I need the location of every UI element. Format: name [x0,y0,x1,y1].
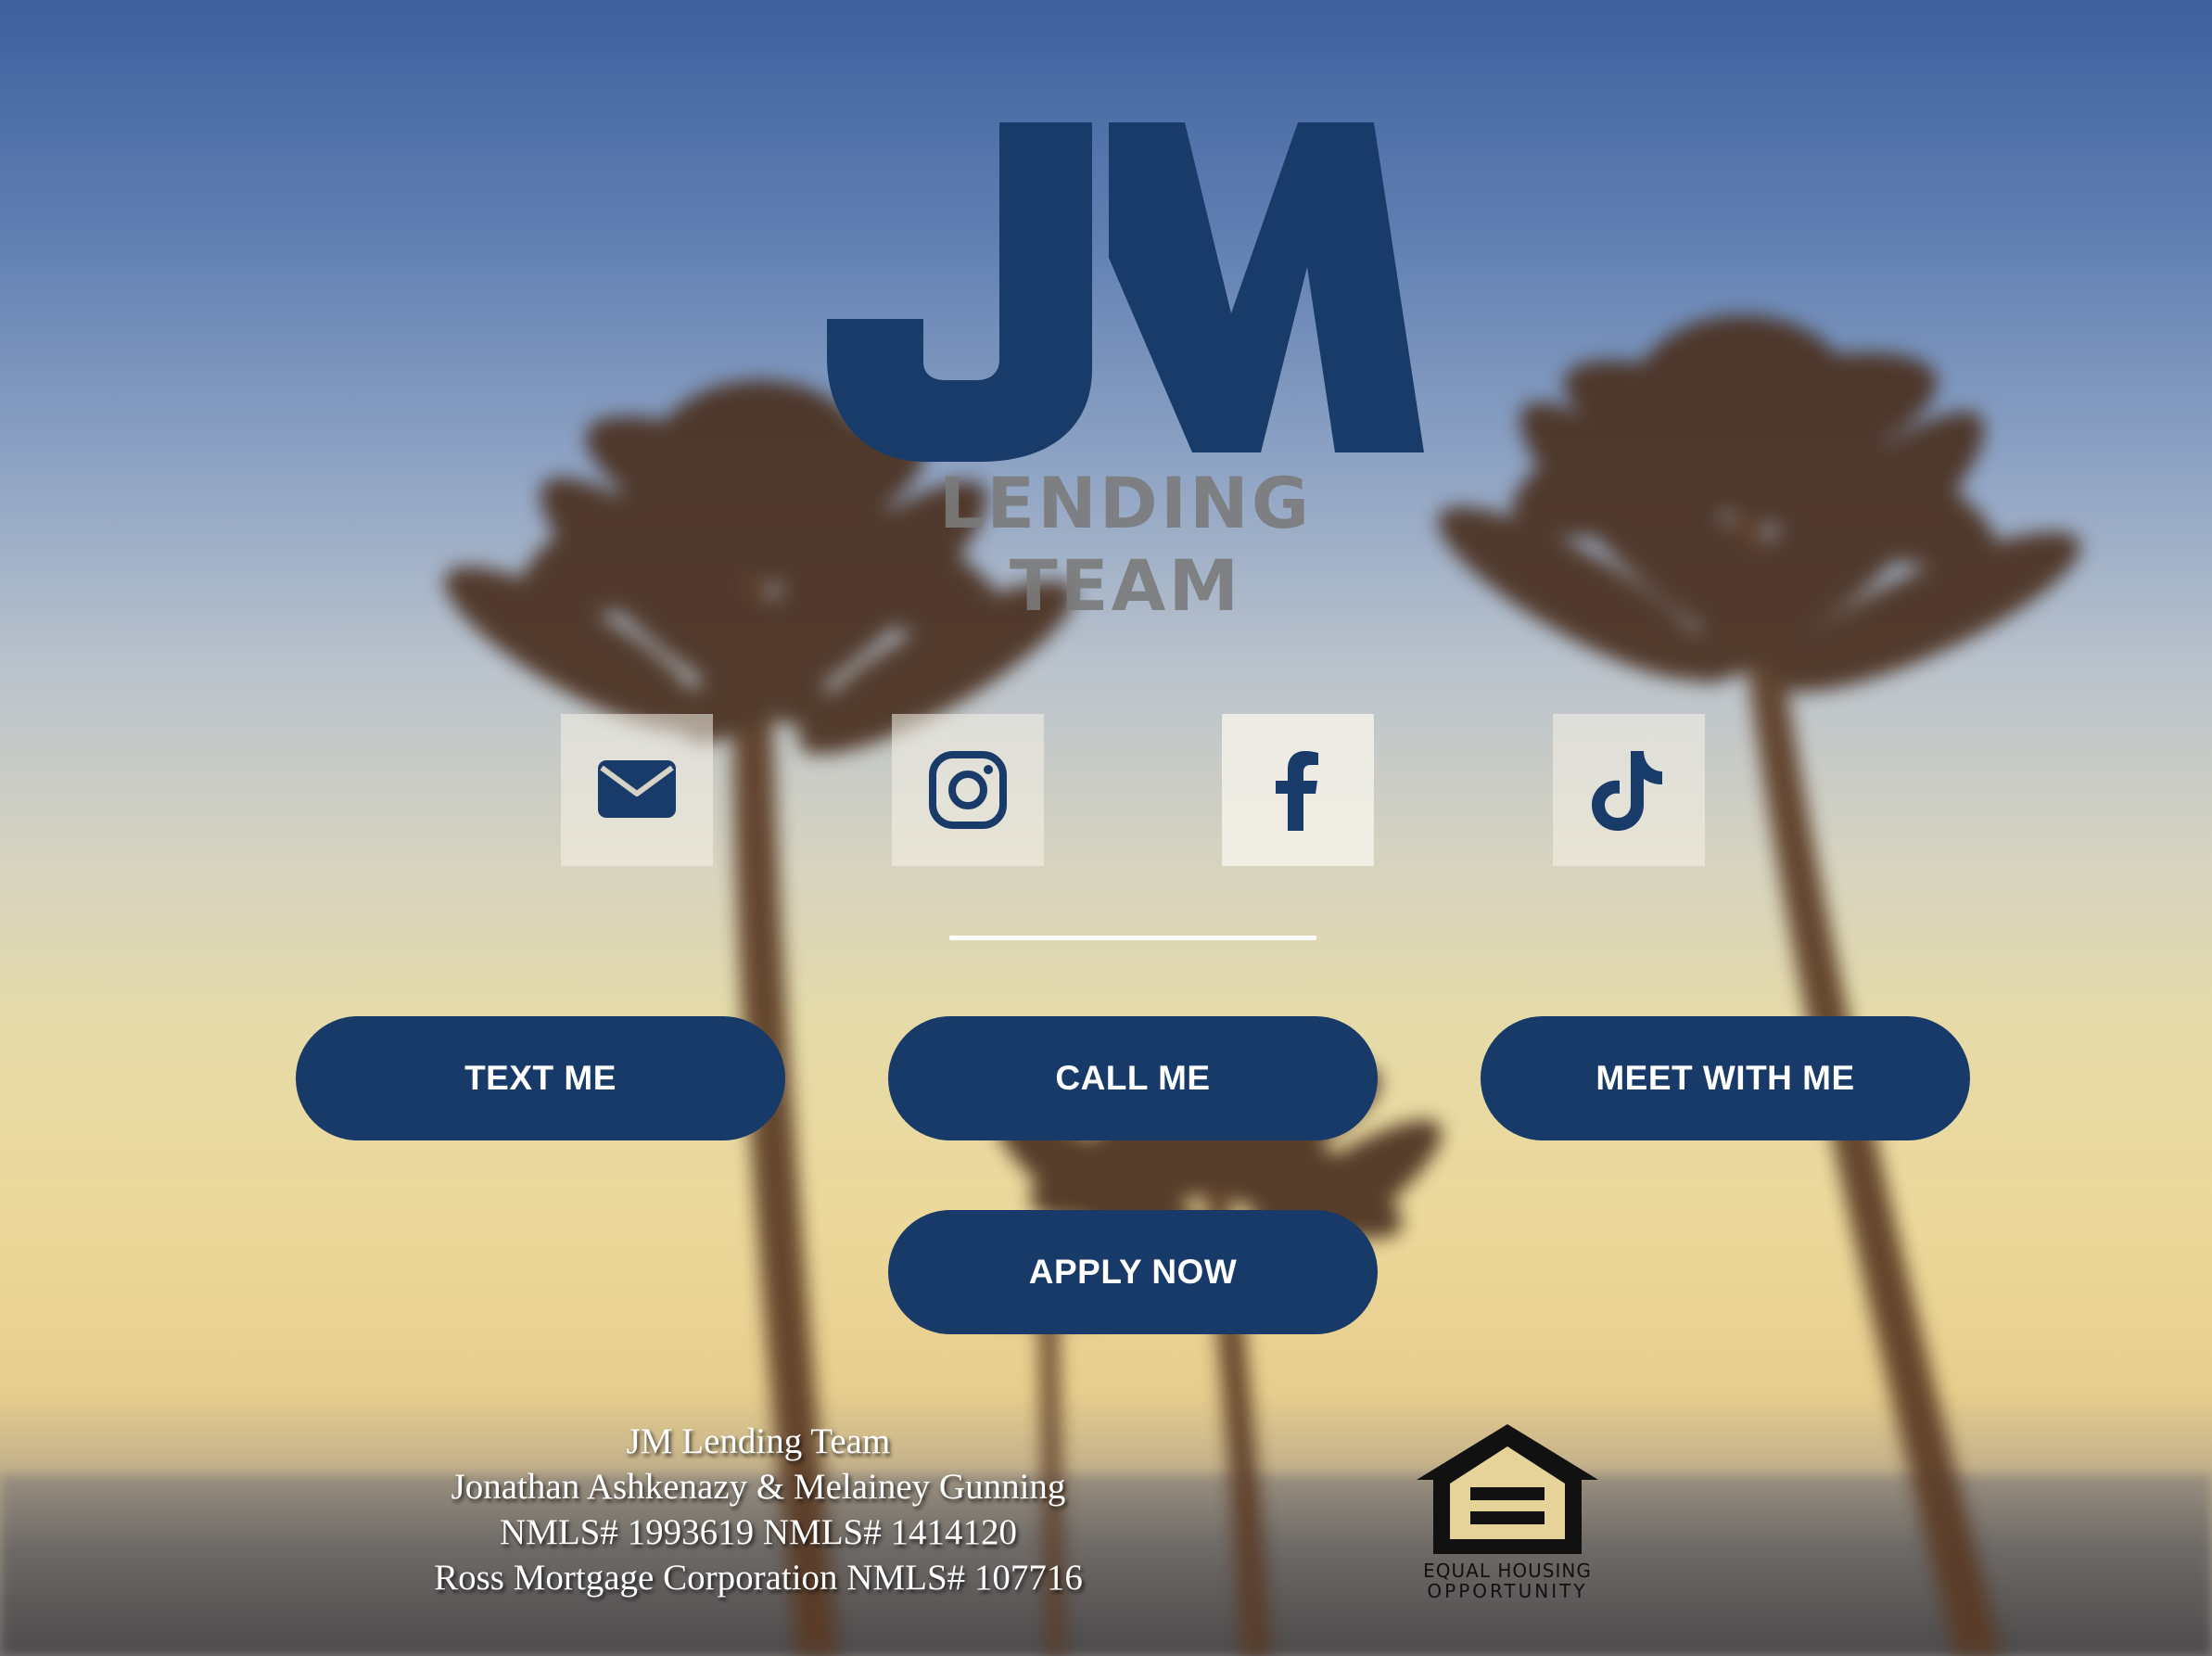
mail-icon [598,760,676,818]
equal-housing-house-icon [1417,1424,1598,1554]
facebook-icon [1276,751,1318,831]
footer-members: Jonathan Ashkenazy & Melainey Gunning [451,1467,1066,1507]
opportunity-text: OPPORTUNITY [1427,1580,1588,1602]
email-button[interactable] [561,714,713,866]
facebook-button[interactable] [1222,714,1374,866]
equal-housing-logo: EQUAL HOUSING OPPORTUNITY [1409,1419,1606,1604]
jm-lending-team-logo: LENDING TEAM [823,119,1428,627]
instagram-button[interactable] [892,714,1044,866]
call-me-button[interactable]: CALL ME [888,1016,1378,1140]
footer-team-name: JM Lending Team [626,1421,891,1461]
footer-disclosure: JM Lending Team Jonathan Ashkenazy & Mel… [388,1419,1129,1600]
footer-nmls-numbers: NMLS# 1993619 NMLS# 1414120 [500,1512,1017,1552]
divider-line [949,936,1316,940]
apply-now-button[interactable]: APPLY NOW [888,1210,1378,1334]
tiktok-button[interactable] [1553,714,1705,866]
instagram-icon [929,751,1007,829]
jm-logo-mark [827,122,1424,462]
equal-housing-text: EQUAL HOUSING [1423,1560,1592,1582]
text-me-button[interactable]: TEXT ME [296,1016,785,1140]
meet-with-me-button[interactable]: MEET WITH ME [1481,1016,1970,1140]
logo-subtitle: LENDING TEAM [938,462,1313,627]
tiktok-icon [1592,751,1662,831]
footer-company: Ross Mortgage Corporation NMLS# 107716 [434,1558,1083,1598]
